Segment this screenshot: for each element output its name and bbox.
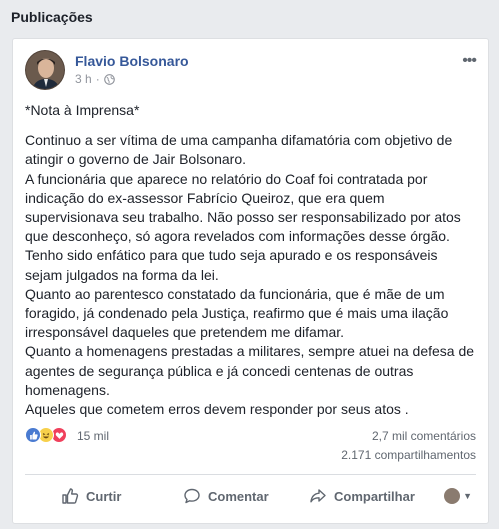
shares-count[interactable]: 2.171 compartilhamentos [341, 448, 476, 462]
post-line: homenagens. [25, 381, 110, 398]
comment-button[interactable]: Comentar [183, 481, 269, 511]
post-header: Flavio Bolsonaro 3 h · ••• [25, 50, 478, 90]
mini-avatar [444, 488, 461, 504]
post-line: Quanto a homenagens prestadas a militare… [25, 343, 475, 360]
avatar[interactable] [25, 50, 65, 90]
share-label: Compartilhar [334, 488, 415, 504]
reaction-count[interactable]: 15 mil [77, 429, 109, 443]
post-line: supervisionava seu trabalho. Não posso s… [25, 209, 461, 226]
globe-icon [103, 73, 115, 85]
post-line: que desconheço, só agora revelados com i… [25, 228, 450, 245]
post-line: atingir o governo de Jair Bolsonaro. [25, 151, 247, 168]
post-line: Tenho sido enfático para que tudo seja a… [25, 247, 438, 264]
share-icon [310, 489, 326, 503]
post-line: agentes de segurança pública e já conced… [25, 362, 414, 379]
share-button[interactable]: Compartilhar [309, 481, 415, 511]
author-name[interactable]: Flavio Bolsonaro [75, 53, 189, 69]
post-line: indicação do ex-assessor Fabrício Queiro… [25, 189, 385, 206]
like-reaction-icon [25, 427, 41, 443]
meta-separator: · [95, 72, 100, 86]
post-time[interactable]: 3 h [75, 72, 92, 86]
reactions-bar: 15 mil 2,7 mil comentários 2.171 compart… [25, 427, 476, 462]
comment-label: Comentar [208, 488, 269, 504]
post-card: Flavio Bolsonaro 3 h · ••• *Nota à Impre… [12, 38, 489, 524]
post-line: irresponsável daqueles que pretendem me … [25, 324, 345, 341]
actions-divider [25, 474, 476, 475]
comment-icon [184, 488, 200, 504]
reaction-icons[interactable] [25, 427, 67, 443]
like-button[interactable]: Curtir [61, 481, 121, 511]
post-line: Aqueles que cometem erros devem responde… [25, 401, 409, 418]
thumbs-up-icon [62, 488, 79, 504]
post-text: *Nota à Imprensa* Continuo a ser vítima … [25, 101, 475, 419]
post-line: foragido, já condenado pela Justiça, rea… [25, 305, 449, 322]
post-meta: 3 h · [75, 72, 115, 86]
post-line: Continuo a ser vítima de uma campanha di… [25, 132, 453, 149]
post-heading: *Nota à Imprensa* [25, 102, 140, 118]
like-label: Curtir [86, 488, 122, 504]
post-line: Quanto ao parentesco constatado da funci… [25, 285, 445, 302]
post-actions: Curtir Comentar Compartilhar ▼ [25, 481, 476, 511]
section-title: Publicações [11, 9, 93, 25]
post-line: sejam julgados na forma da lei. [25, 266, 219, 283]
comments-count[interactable]: 2,7 mil comentários [372, 429, 476, 443]
caret-down-icon: ▼ [463, 491, 472, 501]
post-line: A funcionária que aparece no relatório d… [25, 170, 428, 187]
more-options-icon[interactable]: ••• [462, 52, 477, 70]
audience-selector[interactable]: ▼ [444, 481, 472, 511]
avatar-image [26, 51, 64, 89]
